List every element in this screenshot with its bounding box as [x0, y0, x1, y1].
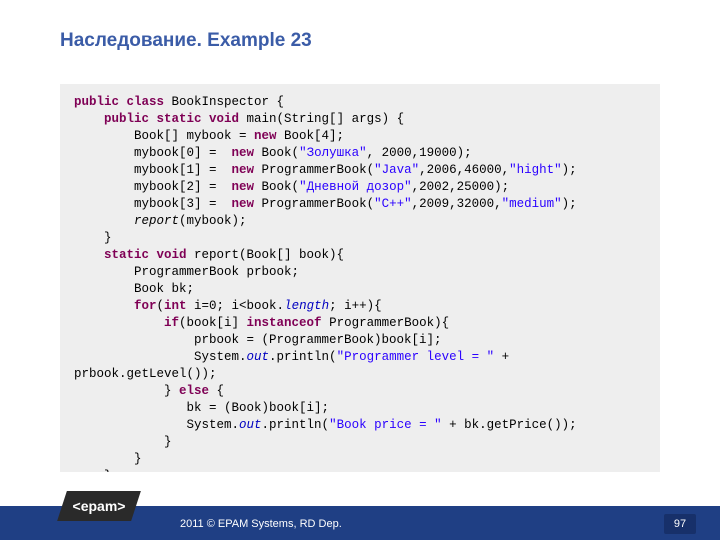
code-text: Book[4];: [277, 129, 345, 143]
string: "Дневной дозор": [299, 180, 412, 194]
code-text: Book bk;: [74, 282, 194, 296]
code-text: mybook[1] =: [74, 163, 232, 177]
code-text: ProgrammerBook){: [322, 316, 450, 330]
code-text: report(Book[] book){: [187, 248, 345, 262]
code-text: Book[] mybook =: [74, 129, 254, 143]
field: out: [247, 350, 270, 364]
code-text: (mybook);: [179, 214, 247, 228]
keyword: int: [164, 299, 187, 313]
keyword: instanceof: [247, 316, 322, 330]
code-text: BookInspector {: [164, 95, 284, 109]
keyword: new: [232, 180, 255, 194]
code-text: .println(: [262, 418, 330, 432]
string: "Java": [374, 163, 419, 177]
keyword: new: [232, 197, 255, 211]
code-text: ProgrammerBook prbook;: [74, 265, 299, 279]
keyword: public class: [74, 95, 164, 109]
field: out: [239, 418, 262, 432]
code-text: Book(: [254, 146, 299, 160]
string: "C++": [374, 197, 412, 211]
code-text: );: [562, 163, 577, 177]
string: "Золушка": [299, 146, 367, 160]
code-block: public class BookInspector { public stat…: [60, 84, 660, 472]
code-text: System.: [74, 350, 247, 364]
code-text: }: [74, 452, 142, 466]
code-text: }: [74, 384, 179, 398]
string: "medium": [502, 197, 562, 211]
code-text: (book[i]: [179, 316, 247, 330]
code-text: }: [74, 231, 112, 245]
code-text: (: [157, 299, 165, 313]
code-text: prbook = (ProgrammerBook)book[i];: [74, 333, 442, 347]
code-text: .println(: [269, 350, 337, 364]
keyword: new: [254, 129, 277, 143]
method-call: report: [74, 214, 179, 228]
code-text: mybook[3] =: [74, 197, 232, 211]
code-text: i=0; i<book.: [187, 299, 285, 313]
code-text: ProgrammerBook(: [254, 163, 374, 177]
epam-logo: <epam>: [57, 491, 141, 521]
code-text: mybook[0] =: [74, 146, 232, 160]
keyword: for: [74, 299, 157, 313]
footer-text: 2011 © EPAM Systems, RD Dep.: [180, 518, 342, 530]
code-text: mybook[2] =: [74, 180, 232, 194]
code-text: System.: [74, 418, 239, 432]
code-text: , 2000,19000);: [367, 146, 472, 160]
field: length: [284, 299, 329, 313]
code-text: main(String[] args) {: [239, 112, 404, 126]
code-text: }: [74, 435, 172, 449]
code-text: }: [74, 469, 112, 472]
code-text: ,2009,32000,: [412, 197, 502, 211]
code-text: ,2002,25000);: [412, 180, 510, 194]
string: "Book price = ": [329, 418, 442, 432]
slide-title: Наследование. Example 23: [60, 30, 312, 52]
code-text: ,2006,46000,: [419, 163, 509, 177]
string: "Programmer level = ": [337, 350, 495, 364]
string: "hight": [509, 163, 562, 177]
code-text: ; i++){: [329, 299, 382, 313]
code-text: bk = (Book)book[i];: [74, 401, 329, 415]
keyword: static void: [74, 248, 187, 262]
code-text: {: [209, 384, 224, 398]
code-text: + bk.getPrice());: [442, 418, 577, 432]
slide: Наследование. Example 23 public class Bo…: [0, 0, 720, 540]
code-text: );: [562, 197, 577, 211]
keyword: new: [232, 146, 255, 160]
keyword: if: [74, 316, 179, 330]
logo-text: <epam>: [62, 491, 136, 521]
code-text: prbook.getLevel());: [74, 367, 217, 381]
keyword: new: [232, 163, 255, 177]
page-number: 97: [664, 514, 696, 534]
code-text: ProgrammerBook(: [254, 197, 374, 211]
keyword: else: [179, 384, 209, 398]
code-text: Book(: [254, 180, 299, 194]
code-text: +: [494, 350, 517, 364]
keyword: public static void: [104, 112, 239, 126]
